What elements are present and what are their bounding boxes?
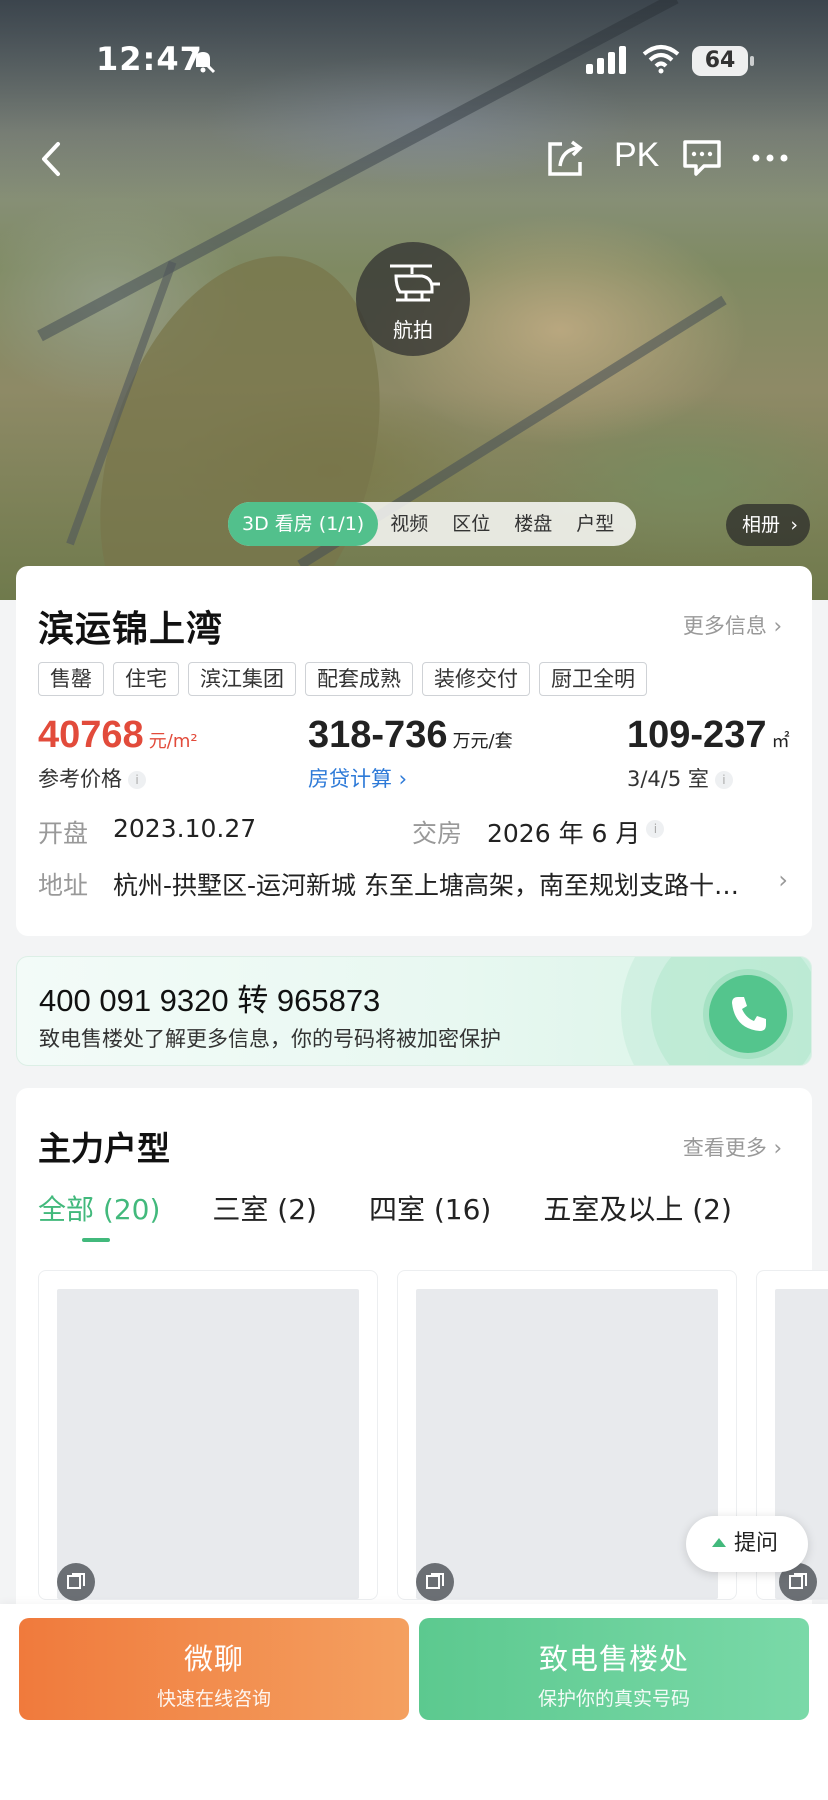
open-label: 开盘 — [38, 819, 89, 848]
address-row[interactable]: 地址 杭州-拱墅区-运河新城 东至上塘高架，南至规划支路十… — [38, 866, 798, 902]
floorplan-image-placeholder — [57, 1289, 359, 1599]
tag-decorated: 装修交付 — [422, 662, 530, 696]
tag-sold-out: 售罄 — [38, 662, 104, 696]
total-unit: 万元/套 — [452, 731, 513, 752]
mortgage-calculator-link[interactable]: 房贷计算 › — [308, 763, 513, 793]
deliver-date: 2026 年 6 月 — [487, 819, 641, 848]
tag-residential: 住宅 — [113, 662, 179, 696]
reference-price: 40768 元/m² 参考价格 i — [38, 714, 198, 793]
address-text: 杭州-拱墅区-运河新城 东至上塘高架，南至规划支路十… — [113, 871, 739, 900]
tag-amenities: 配套成熟 — [305, 662, 413, 696]
info-icon[interactable]: i — [646, 820, 665, 838]
phone-icon — [732, 997, 766, 1031]
open-date: 2023.10.27 — [113, 814, 257, 843]
status-bar: 12:47 64 — [0, 0, 828, 120]
total-price: 318-736 万元/套 房贷计算 › — [308, 714, 513, 793]
tab-three-room[interactable]: 三室 (2) — [212, 1188, 317, 1228]
ask-question-button[interactable]: 提问 — [686, 1516, 808, 1572]
mortgage-label: 房贷计算 — [308, 767, 392, 791]
deliver-label: 交房 — [412, 819, 463, 848]
phone-description: 致电售楼处了解更多信息，你的号码将被加密保护 — [39, 1027, 501, 1051]
info-icon[interactable]: i — [128, 771, 146, 789]
chevron-right-icon: › — [778, 866, 788, 894]
floorplan-tabs: 全部 (20) 三室 (2) 四室 (16) 五室及以上 (2) — [38, 1188, 732, 1242]
top-navigation: PK — [0, 130, 828, 190]
battery-indicator: 64 — [692, 46, 754, 76]
hero-aerial-photo[interactable]: 12:47 64 PK 航拍 3D 看房 (1/1) 视频 区位 楼盘 户型 相… — [0, 0, 828, 600]
chat-sub-label: 快速在线咨询 — [156, 1688, 271, 1710]
floorplan-tile[interactable] — [38, 1270, 378, 1601]
chevron-right-icon: › — [773, 1136, 782, 1160]
bottom-action-bar: 微聊 快速在线咨询 致电售楼处 保护你的真实号码 — [0, 1604, 828, 1800]
call-sales-button[interactable]: 致电售楼处 保护你的真实号码 — [419, 1618, 809, 1720]
status-time: 12:47 — [96, 40, 203, 78]
more-info-label: 更多信息 — [682, 614, 767, 638]
view-more-link[interactable]: 查看更多 › — [683, 1132, 782, 1162]
project-name: 滨运锦上湾 — [38, 609, 224, 650]
address-label: 地址 — [38, 871, 89, 900]
more-info-link[interactable]: 更多信息 › — [683, 610, 782, 640]
message-icon[interactable] — [680, 136, 724, 180]
media-tabs: 3D 看房 (1/1) 视频 区位 楼盘 户型 — [228, 502, 637, 546]
info-icon[interactable]: i — [714, 771, 733, 789]
chevron-right-icon: › — [773, 614, 782, 638]
tab-all[interactable]: 全部 (20) — [38, 1188, 160, 1242]
helicopter-icon — [390, 264, 440, 302]
tab-building[interactable]: 楼盘 — [502, 502, 564, 546]
pk-compare-button[interactable]: PK — [614, 136, 659, 175]
tag-bright-kitchen: 厨卫全明 — [539, 662, 647, 696]
wechat-consult-button[interactable]: 微聊 快速在线咨询 — [19, 1618, 409, 1720]
triangle-up-icon — [712, 1538, 726, 1547]
room-types: 3/4/5 室 — [627, 767, 709, 791]
tag-developer: 滨江集团 — [188, 662, 296, 696]
project-info-card: 滨运锦上湾 更多信息 › 售罄 住宅 滨江集团 配套成熟 装修交付 厨卫全明 4… — [16, 566, 812, 936]
wifi-icon — [642, 45, 680, 74]
price-unit: 元/m² — [148, 731, 198, 752]
section-title: 主力户型 — [38, 1129, 170, 1168]
tab-four-room[interactable]: 四室 (16) — [369, 1188, 491, 1228]
price-label: 参考价格 — [38, 767, 122, 791]
back-icon[interactable] — [28, 134, 78, 184]
bell-off-icon — [190, 48, 216, 74]
signal-icon — [586, 46, 626, 74]
gallery-icon — [416, 1563, 454, 1601]
tab-floorplan[interactable]: 户型 — [564, 502, 626, 546]
aerial-view-button[interactable]: 航拍 — [356, 242, 470, 356]
tab-five-plus-room[interactable]: 五室及以上 (2) — [543, 1188, 732, 1228]
call-sub-label: 保护你的真实号码 — [537, 1688, 690, 1710]
gallery-icon — [57, 1563, 95, 1601]
view-more-label: 查看更多 — [682, 1136, 767, 1160]
tab-3d-tour[interactable]: 3D 看房 (1/1) — [228, 502, 379, 546]
call-main-label: 致电售楼处 — [538, 1642, 689, 1676]
tag-list: 售罄 住宅 滨江集团 配套成熟 装修交付 厨卫全明 — [38, 662, 647, 696]
delivery-row: 交房 2026 年 6 月 i — [412, 814, 665, 850]
share-icon[interactable] — [544, 136, 588, 180]
tab-location[interactable]: 区位 — [440, 502, 502, 546]
album-button[interactable]: 相册 › — [726, 504, 810, 546]
more-icon[interactable] — [748, 138, 792, 182]
chevron-right-icon: › — [392, 767, 408, 791]
sales-phone-card[interactable]: 400 091 9320 转 965873 致电售楼处了解更多信息，你的号码将被… — [16, 956, 812, 1066]
area-value: 109-237 — [627, 714, 767, 756]
area-range: 109-237 ㎡ 3/4/5 室 i — [627, 714, 790, 793]
ask-label: 提问 — [734, 1531, 779, 1556]
aerial-label: 航拍 — [393, 318, 433, 342]
chevron-right-icon: › — [790, 514, 798, 536]
open-date-row: 开盘 2023.10.27 — [38, 814, 256, 850]
total-value: 318-736 — [308, 714, 448, 756]
chat-main-label: 微聊 — [183, 1642, 244, 1676]
floorplan-image-placeholder — [416, 1289, 718, 1599]
call-button[interactable] — [709, 975, 787, 1053]
area-unit: ㎡ — [771, 731, 790, 752]
phone-number: 400 091 9320 转 965873 — [39, 983, 381, 1018]
price-value: 40768 — [38, 714, 144, 756]
tab-video[interactable]: 视频 — [378, 502, 440, 546]
album-label: 相册 — [742, 514, 781, 536]
